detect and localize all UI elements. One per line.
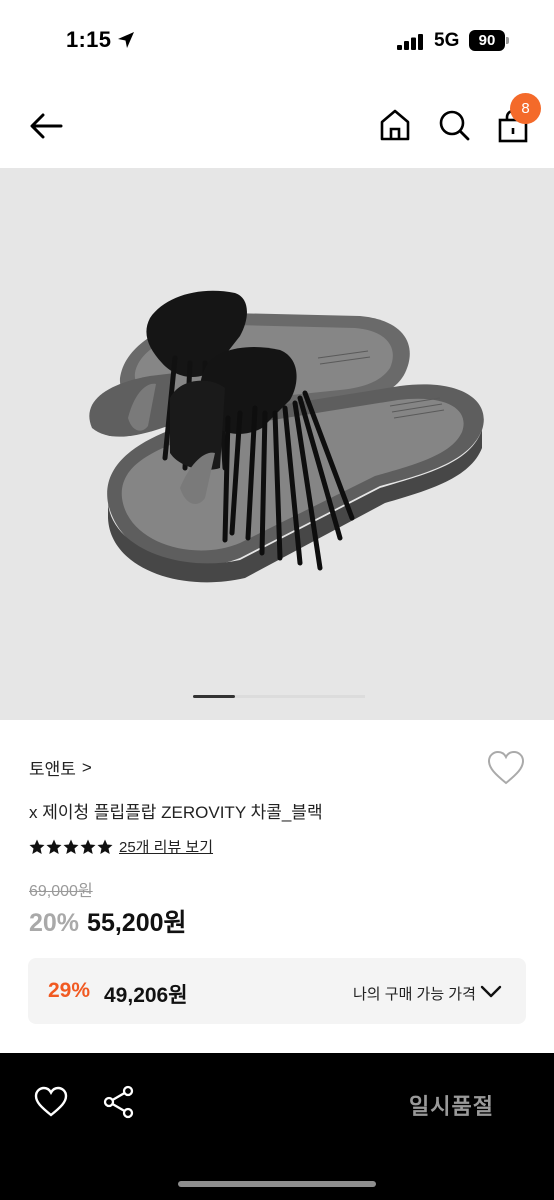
star-icon bbox=[97, 839, 113, 854]
gallery-progress-track bbox=[235, 695, 365, 698]
my-discount-rate: 29% bbox=[48, 979, 91, 1002]
product-image bbox=[89, 290, 484, 583]
bottom-wishlist-button[interactable] bbox=[34, 1086, 68, 1118]
my-price-label: 나의 구매 가능 가격 bbox=[353, 986, 476, 1003]
signal-icon bbox=[397, 34, 423, 50]
chevron-down-icon bbox=[480, 985, 502, 998]
review-link[interactable]: 25개 리뷰 보기 bbox=[119, 836, 213, 857]
search-icon bbox=[439, 110, 470, 141]
heart-icon bbox=[487, 750, 525, 785]
price-row: 20% 55,200원 bbox=[29, 903, 187, 939]
product-image-gallery[interactable] bbox=[0, 168, 554, 720]
back-arrow-icon bbox=[30, 113, 63, 139]
bottom-action-bar: 일시품절 bbox=[0, 1053, 554, 1200]
discount-rate: 20% bbox=[29, 909, 80, 937]
share-button[interactable] bbox=[102, 1085, 136, 1119]
battery-tip bbox=[506, 37, 509, 44]
brand-link[interactable]: 토앤토 > bbox=[29, 755, 92, 780]
location-arrow-icon bbox=[118, 32, 134, 48]
battery-level: 90 bbox=[478, 32, 496, 49]
soldout-button[interactable]: 일시품절 bbox=[409, 1089, 494, 1121]
rating-stars bbox=[29, 839, 113, 855]
home-icon bbox=[380, 109, 410, 141]
product-name: x 제이청 플립플랍 ZEROVITY 차콜_블랙 bbox=[29, 803, 323, 822]
status-bar: 1:15 5G 90 bbox=[0, 0, 554, 84]
network-type: 5G bbox=[434, 30, 460, 51]
home-button[interactable] bbox=[378, 108, 412, 142]
back-button[interactable] bbox=[26, 106, 66, 146]
search-button[interactable] bbox=[437, 108, 471, 142]
original-price: 69,000원 bbox=[29, 883, 93, 900]
my-price-box[interactable]: 29% 49,206원 나의 구매 가능 가격 bbox=[28, 958, 526, 1024]
share-icon bbox=[103, 1085, 134, 1119]
brand-chevron-icon: > bbox=[81, 757, 92, 777]
star-icon bbox=[63, 839, 79, 854]
gallery-progress-indicator bbox=[193, 695, 235, 698]
my-price: 49,206원 bbox=[104, 984, 188, 1007]
brand-name: 토앤토 bbox=[29, 760, 76, 779]
app-header bbox=[0, 84, 554, 168]
wishlist-button[interactable] bbox=[487, 750, 525, 786]
star-icon bbox=[29, 839, 45, 854]
battery-icon: 90 bbox=[469, 30, 505, 51]
star-icon bbox=[46, 839, 62, 854]
rating-row: 25개 리뷰 보기 bbox=[29, 836, 213, 857]
star-icon bbox=[80, 839, 96, 854]
heart-icon bbox=[34, 1086, 68, 1117]
cart-count-badge: 8 bbox=[510, 93, 541, 124]
status-time: 1:15 bbox=[66, 27, 112, 52]
home-indicator bbox=[178, 1181, 376, 1187]
sale-price: 55,200원 bbox=[87, 909, 187, 937]
